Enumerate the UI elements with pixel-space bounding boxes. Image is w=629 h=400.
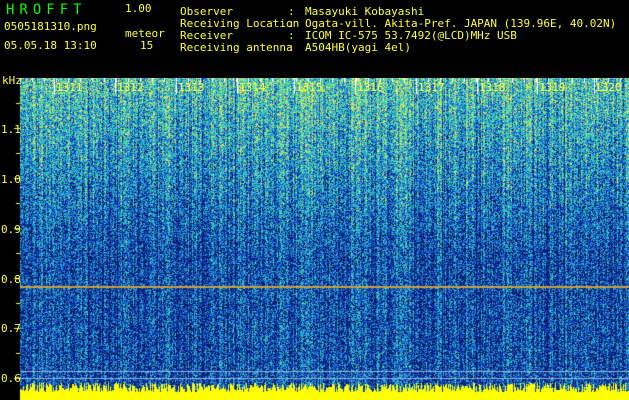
app-title: HROFFT	[6, 2, 87, 18]
time-label: 1315	[296, 81, 323, 94]
spectrogram-canvas	[0, 78, 629, 400]
time-label: 1314	[239, 81, 266, 94]
date-time: 05.05.18 13:10	[4, 39, 97, 52]
time-label: 1316	[357, 81, 384, 94]
receiver-separator: :	[288, 29, 295, 42]
time-label: 1319	[539, 81, 566, 94]
unit-label: kHz	[2, 74, 22, 87]
location-separator: :	[288, 17, 295, 30]
y-tick-label: 0.7	[1, 322, 21, 335]
receiver-value: ICOM IC-575 53.7492(@LCD)MHz USB	[305, 29, 517, 42]
file-name: 0505181310.png	[4, 20, 97, 33]
observer-value: Masayuki Kobayashi	[305, 5, 425, 18]
location-value: Ogata-vill. Akita-Pref. JAPAN (139.96E, …	[305, 17, 617, 30]
meteor-count: 15	[140, 39, 154, 52]
y-tick-label: 1.1	[1, 123, 21, 136]
time-label: 1312	[117, 81, 144, 94]
observer-separator: :	[288, 5, 295, 18]
meteor-label: meteor	[125, 27, 165, 40]
time-label: 1313	[178, 81, 205, 94]
time-label: 1317	[418, 81, 445, 94]
time-label: 1320	[595, 81, 622, 94]
receiver-label: Receiver	[180, 29, 233, 42]
app-version: 1.00	[125, 2, 152, 15]
y-tick-label: 0.9	[1, 223, 21, 236]
observer-label: Observer	[180, 5, 233, 18]
antenna-separator: :	[288, 41, 295, 54]
y-tick-label: 0.6	[1, 372, 21, 385]
time-label: 1311	[56, 81, 83, 94]
y-tick-label: 1.0	[1, 173, 21, 186]
antenna-label: Receiving antenna	[180, 41, 293, 54]
header-panel: HROFFT 1.00 0505181310.png meteor 05.05.…	[0, 0, 629, 78]
y-tick-label: 0.8	[1, 273, 21, 286]
time-label: 1318	[479, 81, 506, 94]
location-label: Receiving Location	[180, 17, 300, 30]
antenna-value: A504HB(yagi 4el)	[305, 41, 411, 54]
